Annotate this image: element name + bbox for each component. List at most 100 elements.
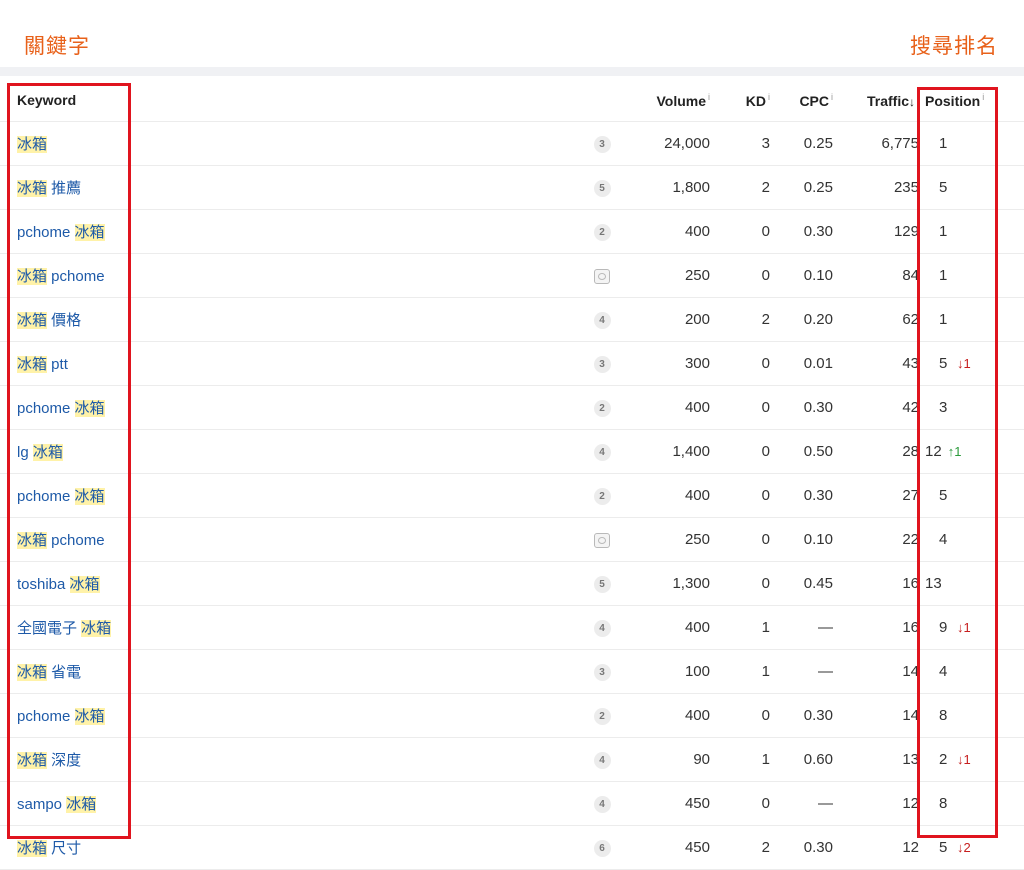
- info-icon[interactable]: i: [831, 92, 833, 102]
- column-header-keyword[interactable]: Keyword: [0, 79, 577, 122]
- serp-features-count-badge[interactable]: 5: [593, 180, 611, 197]
- volume-cell: 24,000: [627, 121, 710, 166]
- traffic-cell: 6,775: [833, 121, 919, 166]
- serp-features-count-badge[interactable]: 4: [593, 752, 611, 769]
- keyword-link[interactable]: 冰箱 價格: [17, 312, 81, 329]
- volume-cell: 300: [627, 341, 710, 386]
- serp-features-cell: 3: [577, 121, 627, 166]
- traffic-cell: 235: [833, 165, 919, 210]
- position-value: 5: [939, 355, 948, 372]
- keyword-link[interactable]: 冰箱 ptt: [17, 356, 68, 373]
- info-icon[interactable]: i: [768, 92, 770, 102]
- keyword-link[interactable]: pchome 冰箱: [17, 488, 105, 505]
- keyword-cell: 冰箱 省電: [0, 649, 577, 694]
- serp-features-cell: 2: [577, 693, 627, 738]
- serp-features-count-badge[interactable]: 3: [593, 664, 611, 681]
- keyword-link[interactable]: pchome 冰箱: [17, 400, 105, 417]
- position-value: 1: [939, 267, 948, 284]
- column-header-volume[interactable]: Volume i: [627, 79, 710, 122]
- image-pack-icon[interactable]: [594, 532, 610, 548]
- keyword-link[interactable]: pchome 冰箱: [17, 708, 105, 725]
- position-cell: 5 ↓1: [919, 341, 1024, 386]
- serp-features-cell: 2: [577, 473, 627, 518]
- info-icon[interactable]: i: [708, 92, 710, 102]
- volume-cell: 450: [627, 781, 710, 826]
- column-header-kd[interactable]: KD i: [710, 79, 770, 122]
- keyword-link[interactable]: 冰箱 推薦: [17, 180, 81, 197]
- serp-features-cell: 3: [577, 341, 627, 386]
- keyword-cell: sampo 冰箱: [0, 781, 577, 826]
- serp-features-count-badge[interactable]: 5: [593, 576, 611, 593]
- kd-cell: 2: [710, 165, 770, 210]
- annotation-keyword-label: 關鍵字: [24, 34, 90, 58]
- keyword-highlight: 冰箱: [74, 224, 105, 241]
- serp-features-count-badge[interactable]: 4: [593, 796, 611, 813]
- kd-cell: 0: [710, 209, 770, 254]
- keyword-link[interactable]: 冰箱 pchome: [17, 532, 105, 549]
- position-change-down: ↓1: [957, 620, 971, 635]
- keyword-cell: 全國電子 冰箱: [0, 605, 577, 650]
- traffic-cell: 129: [833, 209, 919, 254]
- info-icon[interactable]: i: [982, 92, 984, 102]
- serp-features-cell: 2: [577, 385, 627, 430]
- serp-features-count-badge[interactable]: 6: [593, 840, 611, 857]
- position-cell: 8: [919, 781, 1024, 826]
- traffic-cell: 16: [833, 605, 919, 650]
- position-value: 5: [939, 487, 948, 504]
- keyword-highlight: 冰箱: [17, 312, 48, 329]
- annotation-position-label: 搜尋排名: [910, 34, 998, 58]
- kd-cell: 1: [710, 605, 770, 650]
- position-change-down: ↓1: [957, 752, 971, 767]
- serp-features-count-badge[interactable]: 2: [593, 400, 611, 417]
- keyword-link[interactable]: 冰箱 尺寸: [17, 840, 81, 857]
- keyword-link[interactable]: 全國電子 冰箱: [17, 620, 112, 637]
- position-value: 5: [939, 179, 948, 196]
- keyword-highlight: 冰箱: [17, 752, 48, 769]
- table-row: 冰箱 推薦 5 1,800 2 0.25 235 5: [0, 165, 1024, 210]
- keyword-highlight: 冰箱: [66, 796, 97, 813]
- keyword-highlight: 冰箱: [17, 664, 48, 681]
- column-header-traffic[interactable]: Traffic↓ i: [833, 79, 919, 122]
- traffic-cell: 62: [833, 297, 919, 342]
- image-pack-icon[interactable]: [594, 268, 610, 284]
- serp-features-count-badge[interactable]: 2: [593, 224, 611, 241]
- info-icon[interactable]: i: [917, 92, 919, 102]
- serp-features-cell: 4: [577, 605, 627, 650]
- traffic-cell: 42: [833, 385, 919, 430]
- position-value: 12: [925, 443, 942, 460]
- keyword-link[interactable]: lg 冰箱: [17, 444, 63, 461]
- keyword-cell: 冰箱 價格: [0, 297, 577, 342]
- keyword-link[interactable]: pchome 冰箱: [17, 224, 105, 241]
- position-value: 1: [939, 311, 948, 328]
- serp-features-cell: 4: [577, 737, 627, 782]
- position-cell: 1: [919, 121, 1024, 166]
- keyword-link[interactable]: 冰箱 pchome: [17, 268, 105, 285]
- kd-cell: 1: [710, 649, 770, 694]
- keyword-link[interactable]: 冰箱: [17, 136, 48, 153]
- keyword-link[interactable]: toshiba 冰箱: [17, 576, 100, 593]
- table-row: sampo 冰箱 4 450 0—12 8: [0, 781, 1024, 826]
- position-value: 8: [939, 795, 948, 812]
- column-header-position[interactable]: Position i: [919, 79, 1024, 122]
- serp-features-count-badge[interactable]: 4: [593, 312, 611, 329]
- table-row: 冰箱 尺寸 6 450 2 0.30 12 5 ↓2: [0, 825, 1024, 870]
- volume-cell: 250: [627, 253, 710, 298]
- serp-features-count-badge[interactable]: 3: [593, 356, 611, 373]
- keyword-link[interactable]: 冰箱 深度: [17, 752, 81, 769]
- keyword-cell: pchome 冰箱: [0, 693, 577, 738]
- sort-desc-icon[interactable]: ↓: [909, 95, 915, 109]
- kd-cell: 0: [710, 561, 770, 606]
- serp-features-count-badge[interactable]: 4: [593, 444, 611, 461]
- cpc-cell: 0.20: [770, 297, 833, 342]
- cpc-cell: 0.25: [770, 165, 833, 210]
- column-header-serp-features: [577, 79, 627, 122]
- serp-features-cell: 6: [577, 825, 627, 870]
- serp-features-count-badge[interactable]: 2: [593, 708, 611, 725]
- serp-features-count-badge[interactable]: 2: [593, 488, 611, 505]
- serp-features-count-badge[interactable]: 4: [593, 620, 611, 637]
- kd-cell: 2: [710, 825, 770, 870]
- keyword-link[interactable]: sampo 冰箱: [17, 796, 97, 813]
- serp-features-count-badge[interactable]: 3: [593, 136, 611, 153]
- column-header-cpc[interactable]: CPC i: [770, 79, 833, 122]
- keyword-link[interactable]: 冰箱 省電: [17, 664, 81, 681]
